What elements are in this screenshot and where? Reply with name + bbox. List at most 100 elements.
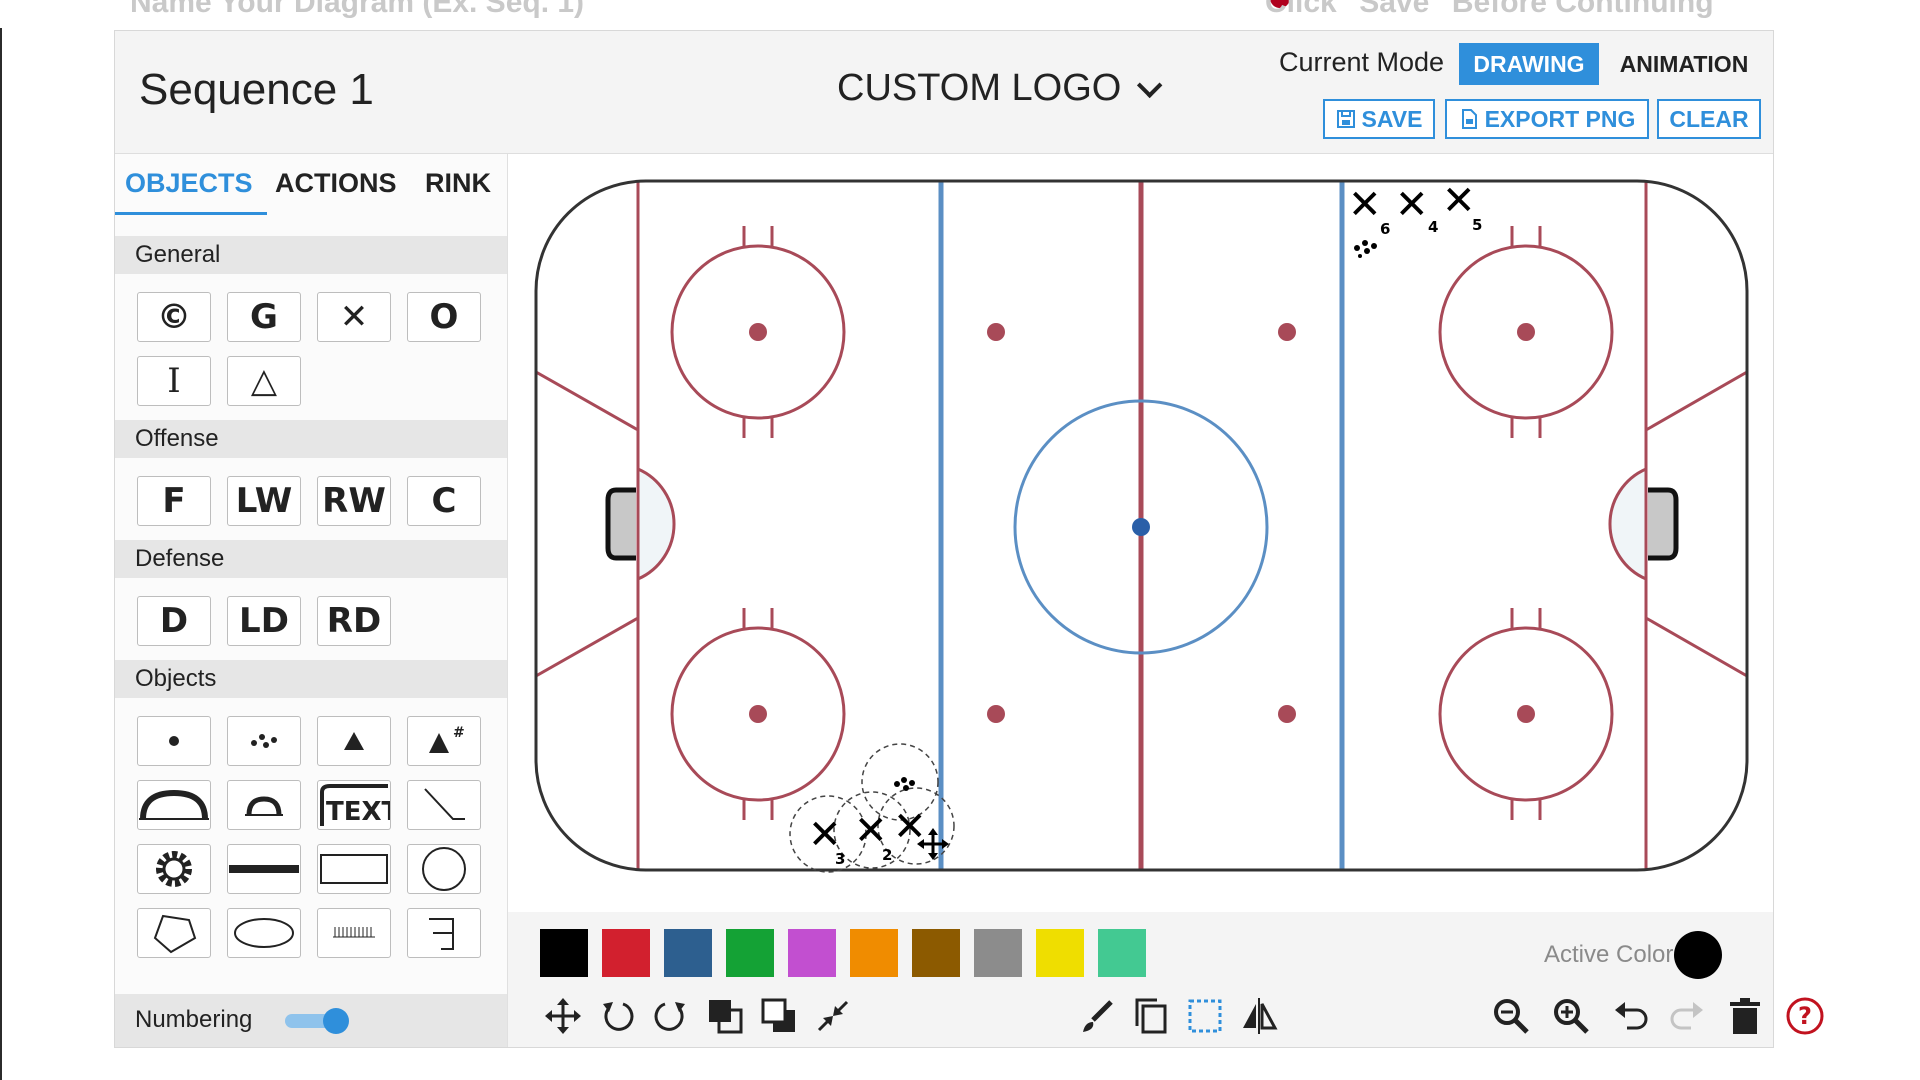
move-icon (545, 998, 581, 1034)
mode-animation-button[interactable]: ANIMATION (1609, 43, 1759, 85)
tool-coach-label: © (157, 297, 191, 337)
tool-circle[interactable] (407, 844, 481, 894)
move-button[interactable] (540, 993, 586, 1039)
tool-forward[interactable]: F (137, 476, 211, 526)
player-group-bottom[interactable]: ✕ 3 ✕ 2 ✕ (808, 777, 927, 868)
zoom-out-button[interactable] (1488, 993, 1534, 1039)
hint-save: Click "Save" Before Continuing (1265, 0, 1714, 19)
numbering-toggle[interactable] (285, 1008, 349, 1034)
player-number: 3 (835, 850, 845, 868)
export-label: EXPORT PNG (1484, 105, 1636, 132)
gear-icon (156, 851, 192, 887)
bring-front-button[interactable] (702, 993, 748, 1039)
help-button[interactable]: ? (1782, 993, 1828, 1039)
player-x[interactable]: ✕ (1442, 178, 1476, 224)
tool-right-defense[interactable]: RD (317, 596, 391, 646)
save-icon (1336, 110, 1355, 128)
tool-center[interactable]: C (407, 476, 481, 526)
tool-left-defense[interactable]: LD (227, 596, 301, 646)
logo-select-label: CUSTOM LOGO (837, 67, 1122, 109)
brush-icon (1083, 1000, 1113, 1032)
player-group-top[interactable]: ✕ 6 ✕ 4 ✕ 5 (1348, 178, 1482, 258)
tool-bar[interactable] (227, 844, 301, 894)
color-swatch[interactable] (1036, 929, 1084, 977)
tool-right-wing[interactable]: RW (317, 476, 391, 526)
tool-cone[interactable] (317, 716, 391, 766)
pucks-icon (251, 734, 277, 748)
logo-select[interactable]: CUSTOM LOGO (837, 67, 1163, 110)
redo-button[interactable] (1664, 993, 1710, 1039)
mode-drawing-button[interactable]: DRAWING (1459, 43, 1599, 85)
numbering-row: Numbering (115, 994, 507, 1047)
tool-puck[interactable] (137, 716, 211, 766)
undo-button[interactable] (1608, 993, 1654, 1039)
player-x[interactable]: ✕ (1348, 182, 1382, 228)
tool-o-player[interactable]: O (407, 292, 481, 342)
select-area-button[interactable] (1182, 993, 1228, 1039)
save-button[interactable]: SAVE (1323, 99, 1435, 139)
tool-ladder[interactable] (317, 908, 391, 958)
export-png-button[interactable]: EXPORT PNG (1445, 99, 1649, 139)
text-icon: TEXT (320, 784, 390, 827)
player-x[interactable]: ✕ (1395, 182, 1429, 228)
tool-x-player[interactable]: ✕ (317, 292, 391, 342)
section-objects: Objects (115, 660, 507, 698)
tool-ellipse[interactable] (227, 908, 301, 958)
duplicate-button[interactable] (1128, 993, 1174, 1039)
tool-goal-large[interactable] (137, 780, 211, 830)
tool-goal-small[interactable] (227, 780, 301, 830)
tab-actions[interactable]: ACTIONS (275, 168, 397, 199)
color-swatch[interactable] (1098, 929, 1146, 977)
color-swatch[interactable] (664, 929, 712, 977)
goal-small-icon (245, 796, 283, 816)
duplicate-icon (1135, 998, 1167, 1034)
rotate-right-button[interactable] (648, 993, 694, 1039)
rink-drawing: ✕ 6 ✕ 4 ✕ 5 ✕ 3 ✕ 2 ✕ (534, 178, 1749, 873)
send-back-button[interactable] (756, 993, 802, 1039)
tool-pentagon[interactable] (137, 908, 211, 958)
brush-button[interactable] (1074, 993, 1120, 1039)
tool-triangle-player[interactable]: △ (227, 356, 301, 406)
svg-text:?: ? (1798, 1002, 1812, 1030)
zoom-in-button[interactable] (1548, 993, 1594, 1039)
color-swatch[interactable] (540, 929, 588, 977)
color-swatch[interactable] (726, 929, 774, 977)
rotate-left-button[interactable] (594, 993, 640, 1039)
color-swatch[interactable] (850, 929, 898, 977)
rink-canvas[interactable]: ✕ 6 ✕ 4 ✕ 5 ✕ 3 ✕ 2 ✕ (508, 154, 1773, 912)
delete-button[interactable] (1722, 993, 1768, 1039)
sequence-title[interactable]: Sequence 1 (139, 65, 374, 115)
tool-left-wing[interactable]: LW (227, 476, 301, 526)
tool-coach[interactable]: © (137, 292, 211, 342)
tool-goalie[interactable]: G (227, 292, 301, 342)
shrink-button[interactable] (810, 993, 856, 1039)
tab-objects[interactable]: OBJECTS (125, 168, 253, 199)
tool-line[interactable] (407, 780, 481, 830)
color-swatch[interactable] (912, 929, 960, 977)
tool-f-label: F (162, 481, 186, 521)
active-color-indicator[interactable] (1674, 931, 1722, 979)
tool-puck-group[interactable] (227, 716, 301, 766)
select-area-icon (1188, 999, 1222, 1033)
tools-sidebar: OBJECTS ACTIONS RINK General © G ✕ O I △… (115, 154, 508, 1047)
circle-icon (422, 847, 466, 891)
color-swatch[interactable] (602, 929, 650, 977)
section-defense: Defense (115, 540, 507, 578)
flip-button[interactable] (1236, 993, 1282, 1039)
clear-button[interactable]: CLEAR (1657, 99, 1761, 139)
tool-instructor[interactable]: I (137, 356, 211, 406)
tab-rink[interactable]: RINK (425, 168, 491, 199)
tool-defense[interactable]: D (137, 596, 211, 646)
tool-bracket[interactable] (407, 908, 481, 958)
tool-rectangle[interactable] (317, 844, 391, 894)
player-number: 2 (882, 846, 892, 864)
ellipse-icon (234, 918, 294, 948)
window-edge (0, 0, 2, 1080)
tool-text[interactable]: TEXT (317, 780, 391, 830)
tool-gear[interactable] (137, 844, 211, 894)
bottom-toolbar: ? (508, 985, 1824, 1047)
color-swatch[interactable] (974, 929, 1022, 977)
color-swatch[interactable] (788, 929, 836, 977)
tool-cone-numbered[interactable]: # (407, 716, 481, 766)
app-header: Sequence 1 CUSTOM LOGO Current Mode DRAW… (115, 31, 1773, 154)
